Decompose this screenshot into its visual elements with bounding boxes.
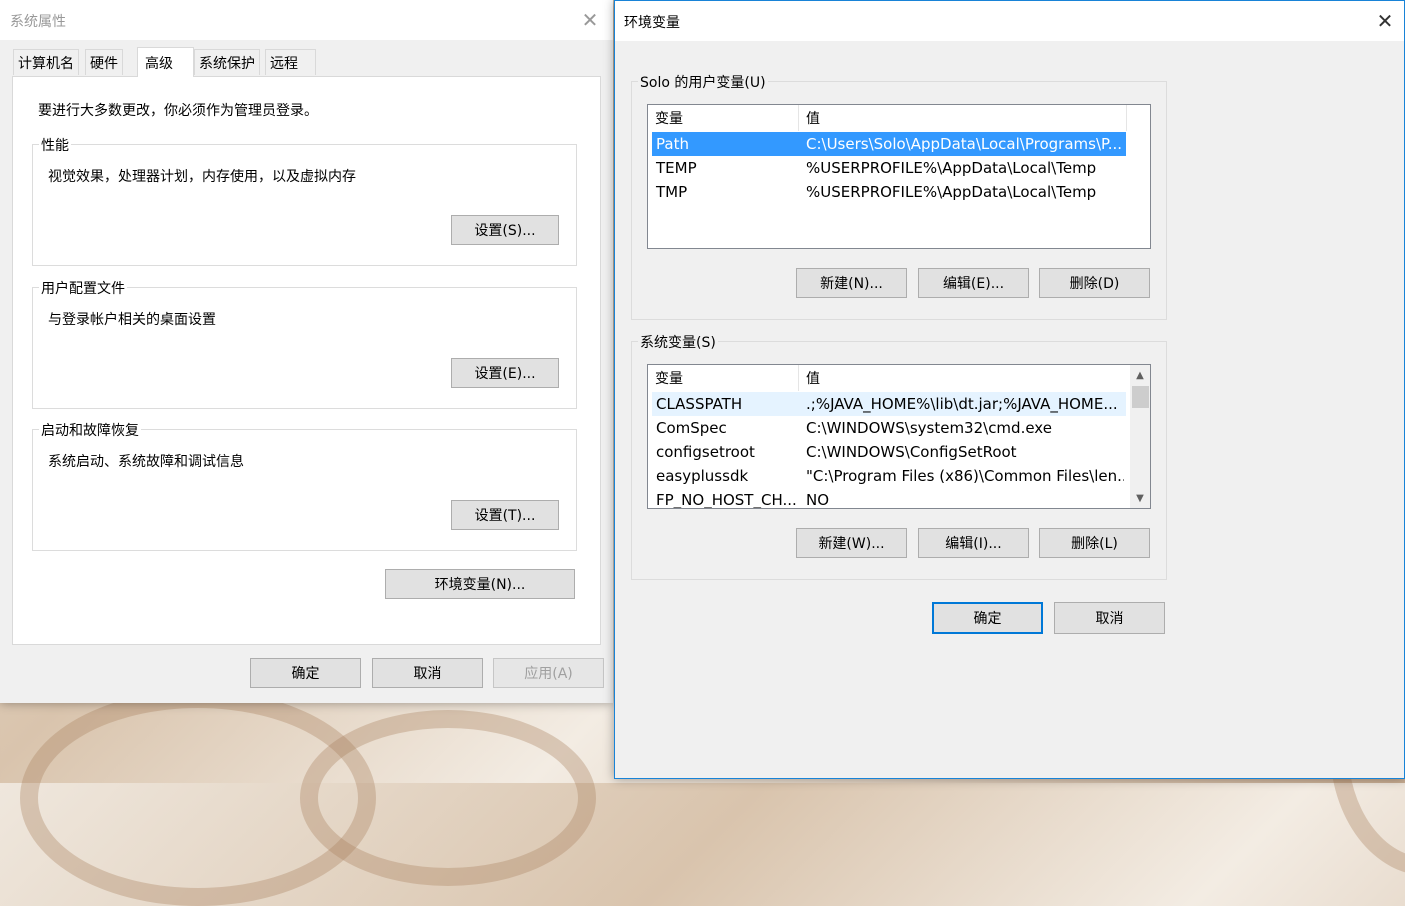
user-variables-list[interactable]: 变量 值 Path C:\Users\Solo\AppData\Local\Pr… bbox=[647, 104, 1151, 249]
scroll-down-icon[interactable]: ▼ bbox=[1130, 488, 1150, 508]
user-new-button[interactable]: 新建(N)... bbox=[796, 268, 907, 298]
variable-value: C:\WINDOWS\ConfigSetRoot bbox=[806, 443, 1017, 461]
column-divider[interactable] bbox=[1126, 105, 1127, 131]
performance-label: 性能 bbox=[39, 135, 71, 155]
title-bar: 环境变量 ✕ bbox=[615, 1, 1404, 41]
close-icon[interactable]: ✕ bbox=[1369, 5, 1401, 37]
startup-recovery-settings-button[interactable]: 设置(T)... bbox=[451, 500, 559, 530]
variable-name: Path bbox=[656, 135, 689, 153]
tab-system-protection[interactable]: 系统保护 bbox=[194, 49, 260, 75]
user-variables-label: Solo 的用户变量(U) bbox=[638, 72, 768, 92]
system-variables-label: 系统变量(S) bbox=[638, 332, 718, 352]
ok-button[interactable]: 确定 bbox=[932, 602, 1043, 634]
window-title: 系统属性 bbox=[10, 14, 66, 30]
variable-name: CLASSPATH bbox=[656, 395, 743, 413]
table-row[interactable]: CLASSPATH .;%JAVA_HOME%\lib\dt.jar;%JAVA… bbox=[652, 392, 1126, 416]
cancel-button[interactable]: 取消 bbox=[1054, 602, 1165, 634]
variable-value: "C:\Program Files (x86)\Common Files\len… bbox=[806, 467, 1124, 485]
variable-value: C:\Users\Solo\AppData\Local\Programs\P..… bbox=[806, 135, 1123, 153]
vertical-scrollbar[interactable]: ▲ ▼ bbox=[1130, 365, 1150, 508]
table-row[interactable]: TEMP %USERPROFILE%\AppData\Local\Temp bbox=[652, 156, 1126, 180]
cancel-button[interactable]: 取消 bbox=[372, 658, 483, 688]
startup-recovery-desc: 系统启动、系统故障和调试信息 bbox=[48, 454, 244, 470]
variable-name: FP_NO_HOST_CH... bbox=[656, 491, 797, 509]
column-header-value[interactable]: 值 bbox=[799, 365, 1125, 391]
column-header-value[interactable]: 值 bbox=[799, 105, 1125, 131]
apply-button[interactable]: 应用(A) bbox=[493, 658, 604, 688]
startup-recovery-group: 启动和故障恢复 系统启动、系统故障和调试信息 设置(T)... bbox=[32, 420, 577, 551]
tab-hardware[interactable]: 硬件 bbox=[85, 49, 123, 75]
title-bar: 系统属性 ✕ bbox=[0, 0, 613, 40]
variable-name: easyplussdk bbox=[656, 467, 749, 485]
column-header-variable[interactable]: 变量 bbox=[648, 105, 798, 131]
list-header: 变量 值 bbox=[648, 365, 1130, 391]
advanced-tab-panel: 要进行大多数更改，你必须作为管理员登录。 性能 视觉效果，处理器计划，内存使用，… bbox=[12, 76, 601, 645]
variable-name: configsetroot bbox=[656, 443, 755, 461]
list-header: 变量 值 bbox=[648, 105, 1150, 131]
environment-variables-window: 环境变量 ✕ Solo 的用户变量(U) 变量 值 Path C:\Users\… bbox=[614, 0, 1405, 779]
variable-value: %USERPROFILE%\AppData\Local\Temp bbox=[806, 183, 1097, 201]
system-properties-window: 系统属性 ✕ 计算机名 硬件 高级 系统保护 远程 要进行大多数更改，你必须作为… bbox=[0, 0, 613, 703]
performance-group: 性能 视觉效果，处理器计划，内存使用，以及虚拟内存 设置(S)... bbox=[32, 135, 577, 266]
admin-note: 要进行大多数更改，你必须作为管理员登录。 bbox=[38, 103, 318, 119]
user-profiles-group: 用户配置文件 与登录帐户相关的桌面设置 设置(E)... bbox=[32, 278, 577, 409]
tab-remote[interactable]: 远程 bbox=[265, 49, 316, 75]
table-row[interactable]: configsetroot C:\WINDOWS\ConfigSetRoot bbox=[652, 440, 1126, 464]
table-row[interactable]: Path C:\Users\Solo\AppData\Local\Program… bbox=[652, 132, 1126, 156]
system-edit-button[interactable]: 编辑(I)... bbox=[918, 528, 1029, 558]
variable-name: TEMP bbox=[656, 159, 697, 177]
performance-desc: 视觉效果，处理器计划，内存使用，以及虚拟内存 bbox=[48, 169, 356, 185]
column-header-variable[interactable]: 变量 bbox=[648, 365, 798, 391]
system-delete-button[interactable]: 删除(L) bbox=[1039, 528, 1150, 558]
system-variables-group: 系统变量(S) 变量 值 CLASSPATH .;%JAVA_HOME%\lib… bbox=[631, 332, 1167, 580]
user-profiles-label: 用户配置文件 bbox=[39, 278, 127, 298]
table-row[interactable]: TMP %USERPROFILE%\AppData\Local\Temp bbox=[652, 180, 1126, 204]
variable-value: .;%JAVA_HOME%\lib\dt.jar;%JAVA_HOME... bbox=[806, 395, 1118, 413]
tab-advanced[interactable]: 高级 bbox=[137, 47, 194, 77]
user-profiles-desc: 与登录帐户相关的桌面设置 bbox=[48, 312, 216, 328]
table-row[interactable]: ComSpec C:\WINDOWS\system32\cmd.exe bbox=[652, 416, 1126, 440]
user-profiles-settings-button[interactable]: 设置(E)... bbox=[451, 358, 559, 388]
variable-value: %USERPROFILE%\AppData\Local\Temp bbox=[806, 159, 1097, 177]
user-variables-group: Solo 的用户变量(U) 变量 值 Path C:\Users\Solo\Ap… bbox=[631, 72, 1167, 320]
performance-settings-button[interactable]: 设置(S)... bbox=[451, 215, 559, 245]
scroll-up-icon[interactable]: ▲ bbox=[1130, 365, 1150, 385]
tab-computer-name[interactable]: 计算机名 bbox=[13, 49, 79, 75]
system-new-button[interactable]: 新建(W)... bbox=[796, 528, 907, 558]
table-row[interactable]: easyplussdk "C:\Program Files (x86)\Comm… bbox=[652, 464, 1126, 488]
variable-name: ComSpec bbox=[656, 419, 727, 437]
user-delete-button[interactable]: 删除(D) bbox=[1039, 268, 1150, 298]
system-variables-list[interactable]: 变量 值 CLASSPATH .;%JAVA_HOME%\lib\dt.jar;… bbox=[647, 364, 1151, 509]
table-row[interactable]: FP_NO_HOST_CH... NO bbox=[652, 488, 1126, 509]
environment-variables-button[interactable]: 环境变量(N)... bbox=[385, 569, 575, 599]
ok-button[interactable]: 确定 bbox=[250, 658, 361, 688]
close-icon[interactable]: ✕ bbox=[574, 4, 606, 36]
variable-value: C:\WINDOWS\system32\cmd.exe bbox=[806, 419, 1052, 437]
variable-name: TMP bbox=[656, 183, 688, 201]
variable-value: NO bbox=[806, 491, 830, 509]
window-title: 环境变量 bbox=[624, 15, 680, 31]
scrollbar-thumb[interactable] bbox=[1132, 386, 1149, 408]
user-edit-button[interactable]: 编辑(E)... bbox=[918, 268, 1029, 298]
startup-recovery-label: 启动和故障恢复 bbox=[39, 420, 141, 440]
